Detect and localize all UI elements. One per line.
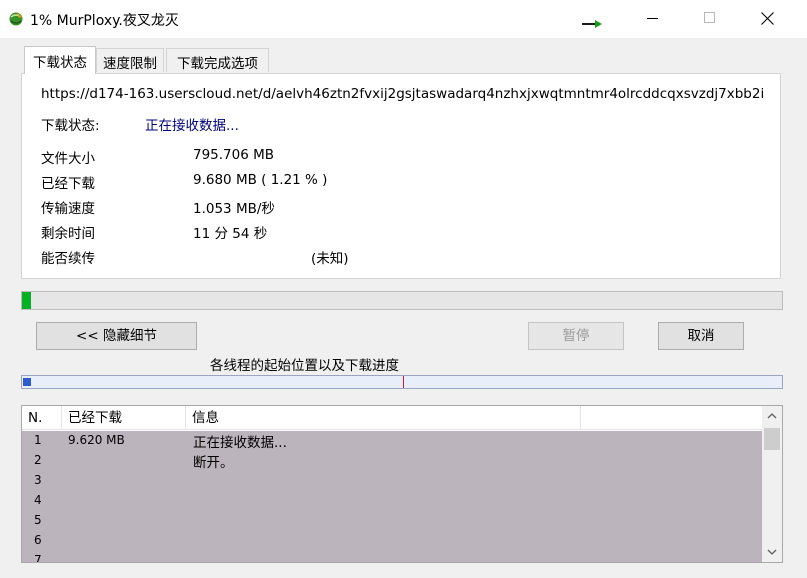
file-size-label: 文件大小 bbox=[41, 151, 95, 167]
resume-capability-value: (未知) bbox=[311, 251, 349, 267]
row-number: 7 bbox=[34, 553, 42, 563]
download-url: https://d174-163.userscloud.net/d/aelvh4… bbox=[41, 86, 765, 102]
row-number: 1 bbox=[34, 433, 42, 447]
close-button[interactable] bbox=[739, 0, 797, 38]
row-number: 3 bbox=[34, 473, 42, 487]
maximize-button[interactable] bbox=[681, 0, 739, 38]
column-header-downloaded[interactable]: 已经下载 bbox=[62, 406, 186, 430]
table-row[interactable]: 7 bbox=[22, 551, 762, 563]
maximize-icon bbox=[704, 12, 715, 23]
tab-speed-limit[interactable]: 速度限制 bbox=[96, 48, 164, 72]
scroll-thumb[interactable] bbox=[764, 428, 780, 450]
row-number: 5 bbox=[34, 513, 42, 527]
list-scrollbar[interactable] bbox=[762, 406, 782, 562]
threads-progress-bar bbox=[21, 375, 783, 389]
thread-2-marker bbox=[403, 376, 404, 388]
close-icon bbox=[761, 12, 774, 25]
transfer-rate-label: 传输速度 bbox=[41, 201, 95, 217]
list-header: N. 已经下载 信息 bbox=[22, 406, 762, 430]
table-row[interactable]: 4 bbox=[22, 491, 762, 511]
row-info: 正在接收数据... bbox=[193, 435, 287, 451]
transfer-rate-value: 1.053 MB/秒 bbox=[193, 201, 275, 217]
row-number: 6 bbox=[34, 533, 42, 547]
table-row[interactable]: 2 断开。 bbox=[22, 451, 762, 471]
pause-button[interactable]: 暂停 bbox=[528, 322, 624, 350]
download-progress-bar bbox=[21, 291, 783, 310]
table-row[interactable]: 6 bbox=[22, 531, 762, 551]
table-row[interactable]: 1 9.620 MB 正在接收数据... bbox=[22, 431, 762, 451]
row-number: 2 bbox=[34, 453, 42, 467]
chevron-up-icon[interactable] bbox=[762, 406, 782, 426]
table-row[interactable]: 5 bbox=[22, 511, 762, 531]
row-info: 断开。 bbox=[193, 455, 234, 471]
downloaded-label: 已经下载 bbox=[41, 176, 95, 192]
connections-list[interactable]: N. 已经下载 信息 1 9.620 MB 正在接收数据... 2 断开。 3 … bbox=[21, 405, 783, 563]
row-downloaded: 9.620 MB bbox=[68, 433, 125, 447]
hide-details-button[interactable]: << 隐藏细节 bbox=[36, 322, 197, 350]
thread-1-segment bbox=[23, 378, 31, 386]
time-left-label: 剩余时间 bbox=[41, 226, 95, 242]
chevron-down-icon[interactable] bbox=[762, 542, 782, 562]
tab-download-status[interactable]: 下载状态 bbox=[24, 46, 96, 74]
list-body: 1 9.620 MB 正在接收数据... 2 断开。 3 4 5 6 7 bbox=[22, 431, 762, 563]
row-number: 4 bbox=[34, 493, 42, 507]
downloaded-value: 9.680 MB ( 1.21 % ) bbox=[193, 172, 328, 188]
table-row[interactable]: 3 bbox=[22, 471, 762, 491]
tab-completion-options[interactable]: 下载完成选项 bbox=[166, 48, 269, 72]
resume-capability-label: 能否续传 bbox=[41, 251, 95, 267]
column-header-n[interactable]: N. bbox=[22, 406, 62, 430]
minimize-button[interactable] bbox=[623, 0, 681, 38]
column-header-empty bbox=[581, 406, 762, 430]
time-left-value: 11 分 54 秒 bbox=[193, 226, 268, 242]
status-label: 下载状态: bbox=[41, 118, 100, 134]
cancel-button[interactable]: 取消 bbox=[658, 322, 744, 350]
column-header-info[interactable]: 信息 bbox=[186, 406, 581, 430]
green-arrow-icon[interactable] bbox=[580, 18, 604, 30]
minimize-icon bbox=[647, 18, 658, 19]
title-bar: 1% MurPloxy.夜叉龙灭 bbox=[0, 0, 807, 38]
threads-caption: 各线程的起始位置以及下载进度 bbox=[210, 358, 399, 374]
window-title: 1% MurPloxy.夜叉龙灭 bbox=[30, 13, 179, 29]
status-panel: https://d174-163.userscloud.net/d/aelvh4… bbox=[21, 73, 781, 279]
file-size-value: 795.706 MB bbox=[193, 147, 275, 163]
idm-globe-icon bbox=[9, 12, 23, 26]
status-value: 正在接收数据... bbox=[145, 118, 239, 134]
progress-fill bbox=[22, 292, 32, 309]
